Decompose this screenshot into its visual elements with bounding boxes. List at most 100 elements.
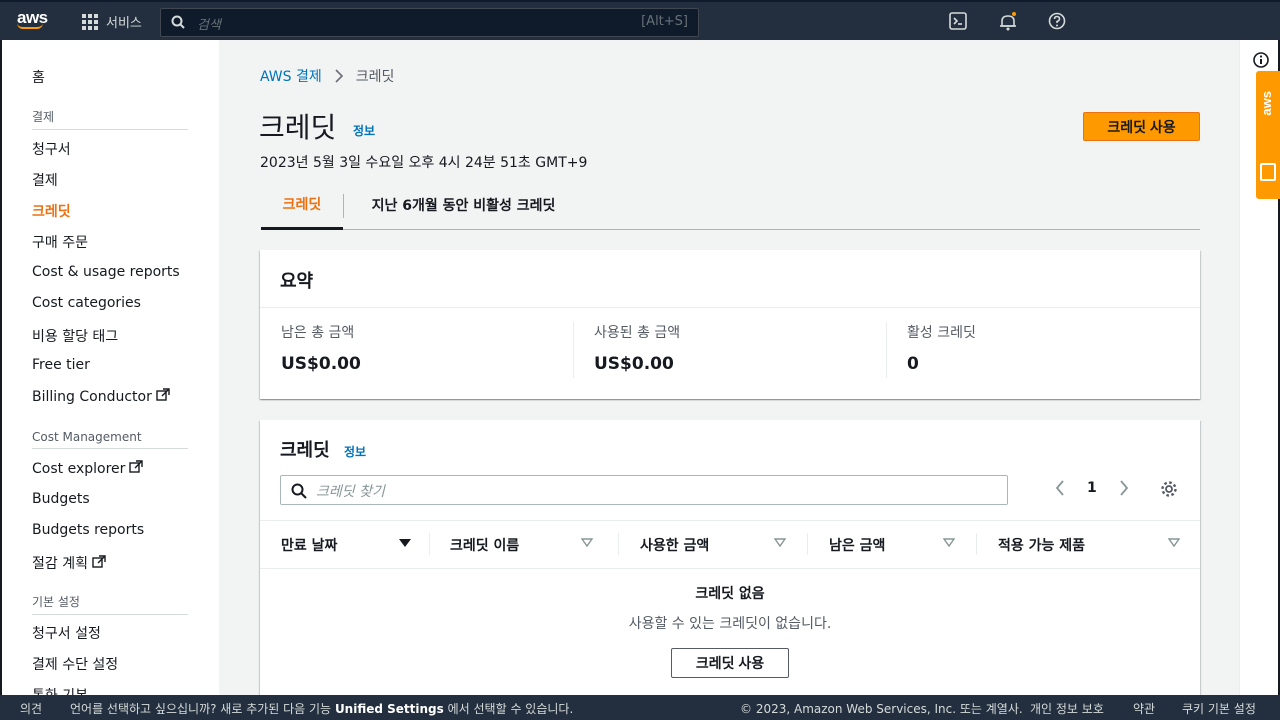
cost-explorer-label: Cost explorer <box>32 461 126 477</box>
breadcrumb: AWS 결제 크레딧 <box>260 66 394 86</box>
tab-divider <box>343 194 344 218</box>
sidebar-item-cost-explorer[interactable]: Cost explorer <box>32 460 144 477</box>
sidebar-navigation: 홈 결제 청구서 결제 크레딧 구매 주문 Cost & usage repor… <box>0 40 219 695</box>
current-datetime: 2023년 5월 3일 수요일 오후 4시 24분 51초 GMT+9 <box>260 155 588 171</box>
summary-used-value: US$0.00 <box>594 354 674 374</box>
sidebar-section-billing: 결제 <box>32 108 188 130</box>
breadcrumb-current: 크레딧 <box>355 69 395 85</box>
column-amount-remaining[interactable]: 남은 금액 <box>829 521 967 568</box>
credits-table-title: 크레딧 <box>280 440 330 461</box>
summary-active-value: 0 <box>907 354 919 374</box>
privacy-link[interactable]: 개인 정보 보호 <box>1030 700 1104 717</box>
column-label: 만료 날짜 <box>281 537 338 554</box>
sidebar-item-budgets-reports[interactable]: Budgets reports <box>32 522 144 538</box>
search-placeholder: 검색 <box>197 18 221 33</box>
language-notice: 언어를 선택하고 싶으십니까? 새로 추가된 다음 기능 Unified Set… <box>70 700 573 717</box>
summary-used-label: 사용된 총 금액 <box>594 325 681 341</box>
savings-plans-label: 절감 계획 <box>32 556 88 572</box>
summary-remaining-value: US$0.00 <box>281 354 361 374</box>
column-divider <box>618 533 619 555</box>
summary-title: 요약 <box>260 250 1200 308</box>
aws-tab-label: aws <box>1259 91 1274 116</box>
summary-used: 사용된 총 금액 US$0.00 <box>594 322 884 374</box>
search-icon <box>171 15 185 29</box>
column-label: 남은 금액 <box>829 537 886 554</box>
footer: 의견 언어를 선택하고 싶으십니까? 새로 추가된 다음 기능 Unified … <box>0 695 1280 720</box>
sidebar-item-payment-method-settings[interactable]: 결제 수단 설정 <box>32 654 118 674</box>
empty-state-redeem-button[interactable]: 크레딧 사용 <box>671 648 789 678</box>
redeem-credit-button[interactable]: 크레딧 사용 <box>1083 112 1200 141</box>
breadcrumb-billing-link[interactable]: AWS 결제 <box>260 66 322 86</box>
sort-icon <box>1168 538 1180 548</box>
help-icon[interactable] <box>1048 12 1066 30</box>
sidebar-item-currency[interactable]: 통화 기본 <box>32 685 88 695</box>
sidebar-item-cost-allocation-tags[interactable]: 비용 할당 태그 <box>32 326 118 346</box>
current-page[interactable]: 1 <box>1087 480 1097 496</box>
chevron-right-icon[interactable] <box>1119 480 1129 496</box>
column-label: 사용한 금액 <box>640 537 710 554</box>
copyright: © 2023, Amazon Web Services, Inc. 또는 계열사… <box>740 702 1023 716</box>
cookie-preferences-link[interactable]: 쿠키 기본 설정 <box>1182 700 1256 717</box>
unified-settings-link[interactable]: Unified Settings <box>335 702 444 716</box>
info-panel-icon[interactable] <box>1253 52 1269 68</box>
logo-text: aws <box>17 8 48 27</box>
tab-credits[interactable]: 크레딧 <box>261 180 343 230</box>
cloudshell-icon[interactable] <box>949 12 967 30</box>
services-label: 서비스 <box>106 16 142 31</box>
gear-icon[interactable] <box>1160 480 1178 498</box>
sidebar-section-preferences: 기본 설정 <box>32 593 188 615</box>
sidebar-item-payments[interactable]: 결제 <box>32 170 58 190</box>
external-link-icon <box>92 555 106 568</box>
summary-remaining-label: 남은 총 금액 <box>281 325 355 341</box>
language-notice-text: 언어를 선택하고 싶으십니까? 새로 추가된 다음 기능 <box>70 702 332 716</box>
empty-state-title: 크레딧 없음 <box>695 586 765 602</box>
external-link-icon <box>156 388 170 401</box>
chevron-left-icon[interactable] <box>1055 480 1065 496</box>
summary-remaining: 남은 총 금액 US$0.00 <box>281 322 571 374</box>
sidebar-item-invoice-settings[interactable]: 청구서 설정 <box>32 623 101 643</box>
main-content: AWS 결제 크레딧 크레딧 정보 2023년 5월 3일 수요일 오후 4시 … <box>219 40 1239 720</box>
sidebar-item-bills[interactable]: 청구서 <box>32 139 71 159</box>
billing-conductor-label: Billing Conductor <box>32 389 152 405</box>
search-icon <box>291 483 307 499</box>
global-search-input[interactable]: 검색 [Alt+S] <box>160 8 699 37</box>
sort-descending-icon <box>399 539 411 547</box>
column-expiry-date[interactable]: 만료 날짜 <box>281 521 423 568</box>
table-header: 만료 날짜 크레딧 이름 사용한 금액 남은 금액 적용 가능 제품 <box>260 520 1200 569</box>
sidebar-item-cost-categories[interactable]: Cost categories <box>32 295 141 311</box>
box-icon <box>1260 163 1276 181</box>
column-amount-used[interactable]: 사용한 금액 <box>640 521 798 568</box>
sidebar-item-free-tier[interactable]: Free tier <box>32 357 90 373</box>
sidebar-item-home[interactable]: 홈 <box>32 67 45 87</box>
summary-active-label: 활성 크레딧 <box>907 325 976 341</box>
credits-info-link[interactable]: 정보 <box>344 443 366 460</box>
grid-icon <box>82 13 98 30</box>
sidebar-item-credits[interactable]: 크레딧 <box>32 201 71 221</box>
column-credit-name[interactable]: 크레딧 이름 <box>450 521 605 568</box>
sidebar-item-cost-usage-reports[interactable]: Cost & usage reports <box>32 264 180 280</box>
sidebar-item-purchase-orders[interactable]: 구매 주문 <box>32 232 88 252</box>
external-link-icon <box>129 460 144 473</box>
aws-feedback-tab[interactable]: aws <box>1256 71 1280 199</box>
notifications-bell-icon[interactable] <box>998 12 1018 32</box>
sidebar-item-savings-plans[interactable]: 절감 계획 <box>32 553 106 573</box>
sort-icon <box>943 538 955 548</box>
credits-search-input[interactable]: 크레딧 찾기 <box>280 475 1008 505</box>
pagination: 1 <box>1055 480 1129 496</box>
page-info-link[interactable]: 정보 <box>353 122 375 139</box>
page-title: 크레딧 <box>259 111 337 144</box>
column-label: 크레딧 이름 <box>450 537 520 554</box>
column-applicable-products[interactable]: 적용 가능 제품 <box>998 521 1192 568</box>
sidebar-item-billing-conductor[interactable]: Billing Conductor <box>32 388 170 405</box>
summary-divider <box>886 322 887 378</box>
tab-inactive-credits[interactable]: 지난 6개월 동안 비활성 크레딧 <box>361 180 566 230</box>
empty-state-description: 사용할 수 있는 크레딧이 없습니다. <box>628 616 832 632</box>
summary-active: 활성 크레딧 0 <box>907 322 1197 374</box>
right-utility-rail: aws <box>1239 40 1280 695</box>
aws-logo[interactable]: aws <box>17 8 48 29</box>
column-divider <box>429 533 430 555</box>
terms-link[interactable]: 약관 <box>1133 700 1155 717</box>
feedback-link[interactable]: 의견 <box>20 700 42 717</box>
sidebar-item-budgets[interactable]: Budgets <box>32 491 90 507</box>
services-menu-button[interactable]: 서비스 <box>82 12 142 31</box>
